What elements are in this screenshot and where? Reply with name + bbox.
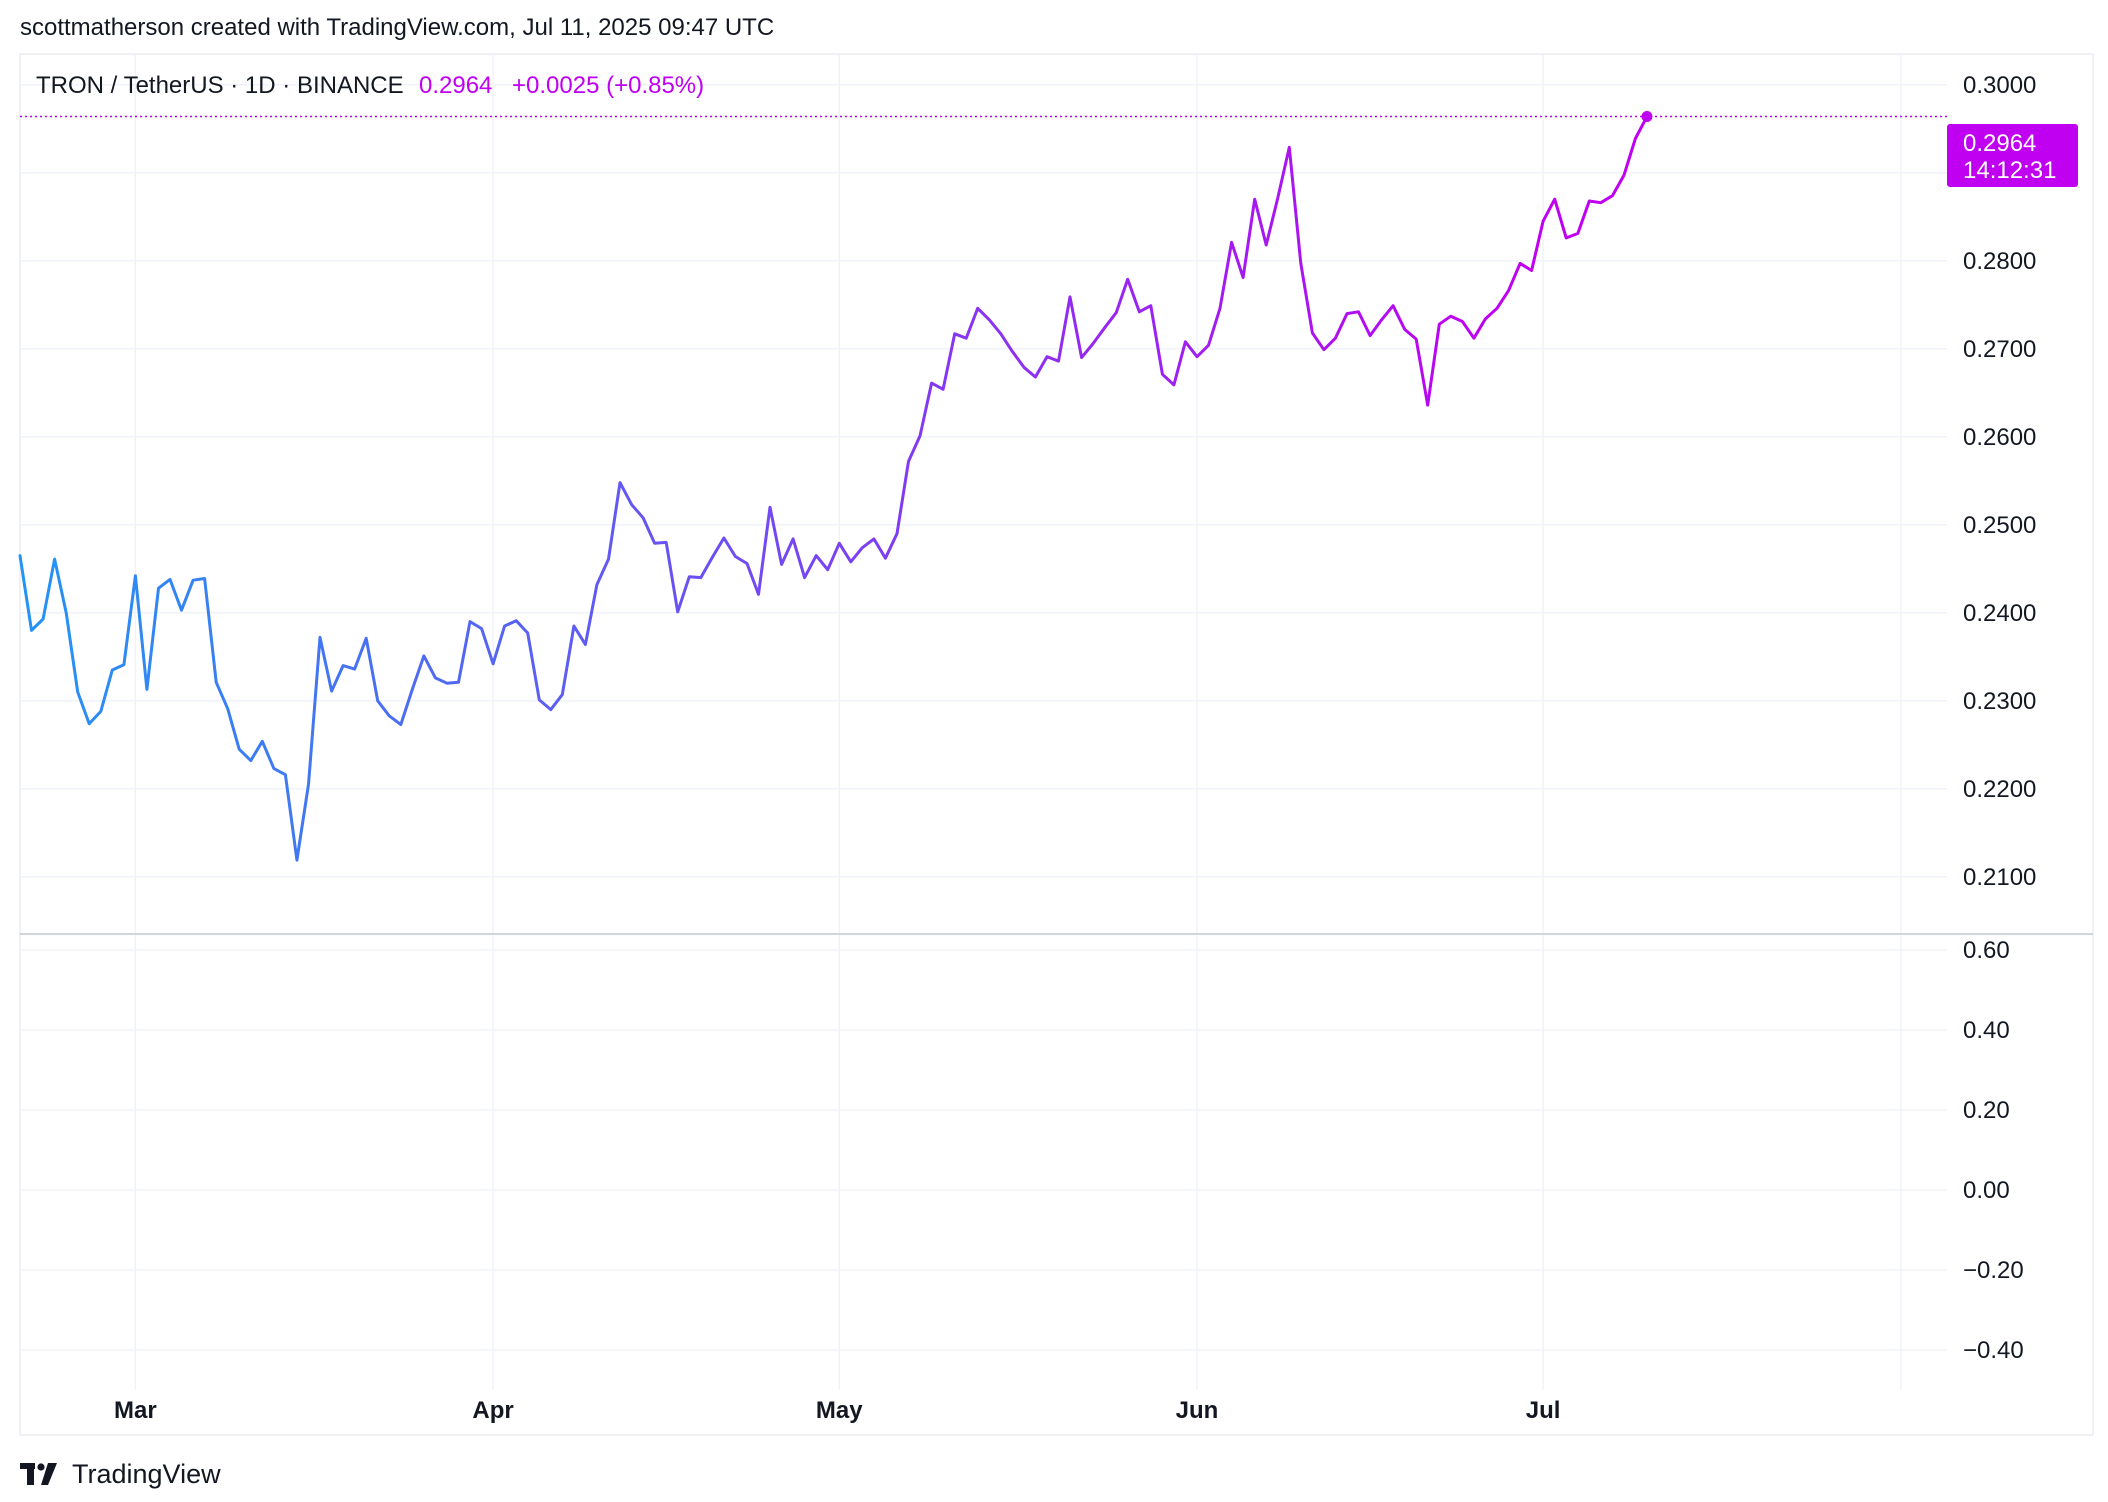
indicator-tick-label: 0.20 [1963,1097,2010,1124]
indicator-tick-label: 0.60 [1963,937,2010,964]
time-tick-label: Jul [1526,1397,1561,1424]
price-tag-value: 0.2964 [1963,130,2036,157]
tradingview-brand[interactable]: TradingView [20,1456,221,1492]
tradingview-wordmark: TradingView [72,1458,221,1489]
price-tick-label: 0.2300 [1963,688,2036,715]
price-line[interactable] [18,115,1649,862]
price-tick-label: 0.2700 [1963,336,2036,363]
price-tick-label: 0.2100 [1963,864,2036,891]
price-tick-label: 0.2600 [1963,424,2036,451]
grid-lines [20,54,1947,1390]
price-tick-label: 0.2500 [1963,512,2036,539]
price-tick-label: 0.2200 [1963,776,2036,803]
price-tick-label: 0.3000 [1963,72,2036,99]
price-tag-countdown: 14:12:31 [1963,157,2056,184]
time-tick-label: Apr [472,1397,513,1424]
time-axis[interactable]: Mar Apr May Jun Jul [114,1397,1560,1424]
legend-symbol[interactable]: TRON / TetherUS · 1D · BINANCE [36,72,404,99]
price-tag[interactable]: 0.2964 14:12:31 [1947,124,2078,187]
indicator-tick-label: −0.20 [1963,1257,2024,1284]
indicator-tick-label: 0.00 [1963,1177,2010,1204]
time-tick-label: Mar [114,1397,157,1424]
tradingview-logo-icon [20,1463,57,1485]
time-tick-label: May [816,1397,863,1424]
price-axis[interactable]: 0.30000.29000.28000.27000.26000.25000.24… [1963,72,2036,891]
time-tick-label: Jun [1176,1397,1219,1424]
indicator-axis[interactable]: 0.60 0.40 0.20 0.00 −0.20 −0.40 [1963,937,2024,1364]
symbol-legend[interactable]: TRON / TetherUS · 1D · BINANCE 0.2964 +0… [36,72,704,99]
indicator-tick-label: −0.40 [1963,1337,2024,1364]
legend-change: +0.0025 (+0.85%) [512,72,704,99]
price-chart[interactable]: 0.30000.29000.28000.27000.26000.25000.24… [0,0,2108,1502]
price-tick-label: 0.2400 [1963,600,2036,627]
last-price-marker [1641,110,1653,122]
price-tick-label: 0.2800 [1963,248,2036,275]
legend-price: 0.2964 [419,72,492,99]
indicator-tick-label: 0.40 [1963,1017,2010,1044]
